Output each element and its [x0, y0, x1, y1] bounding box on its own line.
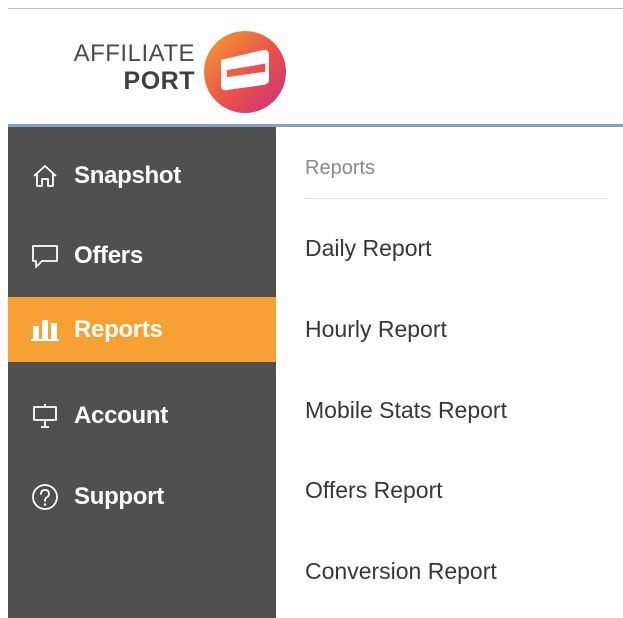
- reports-panel: Reports Daily Report Hourly Report Mobil…: [276, 127, 623, 618]
- speech-bubble-icon: [30, 241, 60, 271]
- home-icon: [30, 161, 60, 191]
- sidebar-item-snapshot[interactable]: Snapshot: [8, 143, 276, 208]
- sidebar-item-support[interactable]: Support: [8, 464, 276, 529]
- sidebar-item-label: Account: [74, 401, 168, 429]
- section-title: Reports: [305, 157, 376, 179]
- sidebar-item-reports[interactable]: Reports: [8, 297, 276, 362]
- link-hourly-report[interactable]: Hourly Report: [305, 316, 447, 343]
- logo-line-affiliate: AFFILIATE: [73, 40, 195, 67]
- link-offers-report[interactable]: Offers Report: [305, 477, 443, 504]
- logo-line-port: PORT: [123, 67, 195, 95]
- logo-mark-icon: [204, 31, 286, 113]
- easel-icon: [30, 401, 60, 431]
- help-circle-icon: [30, 482, 60, 512]
- sidebar-item-label: Offers: [74, 241, 143, 269]
- app-window: AFFILIATE PORT Snapshot Offers Reports A…: [8, 8, 623, 618]
- link-mobile-stats-report[interactable]: Mobile Stats Report: [305, 397, 507, 424]
- sidebar-item-label: Support: [74, 482, 164, 510]
- logo-wordmark: AFFILIATE PORT: [45, 42, 195, 94]
- link-conversion-report[interactable]: Conversion Report: [305, 558, 497, 585]
- header: AFFILIATE PORT: [8, 9, 623, 124]
- sidebar-item-label: Reports: [74, 315, 163, 343]
- sidebar-item-account[interactable]: Account: [8, 383, 276, 448]
- logo[interactable]: AFFILIATE PORT: [45, 30, 305, 113]
- sidebar: Snapshot Offers Reports Account Support: [8, 127, 276, 618]
- sidebar-item-label: Snapshot: [74, 161, 181, 189]
- bar-chart-icon: [30, 315, 60, 345]
- sidebar-item-offers[interactable]: Offers: [8, 223, 276, 288]
- section-divider: [305, 198, 608, 199]
- link-daily-report[interactable]: Daily Report: [305, 235, 432, 262]
